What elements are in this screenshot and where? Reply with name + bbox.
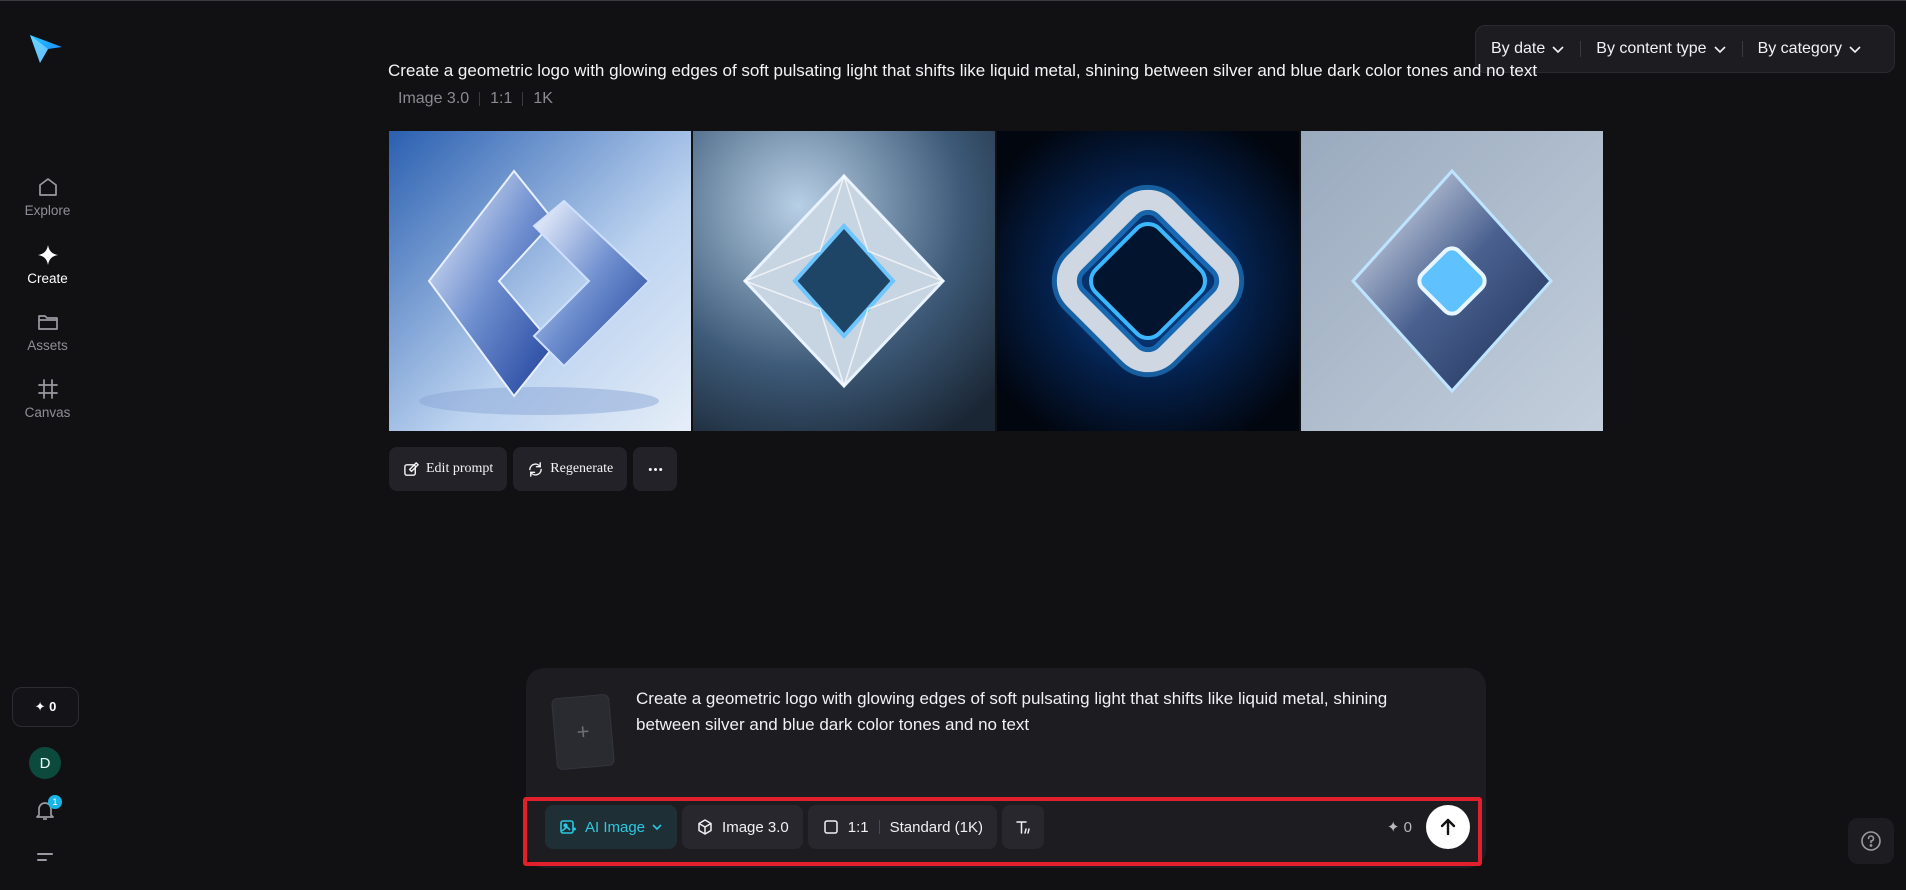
filter-label: By content type xyxy=(1596,40,1707,57)
chevron-down-icon xyxy=(1713,46,1726,54)
text-style-button[interactable] xyxy=(1002,805,1044,849)
sidebar: Explore Create Assets Canvas ✦ 0 D 1 xyxy=(0,1,95,890)
chevron-down-icon xyxy=(652,824,662,831)
menu-icon[interactable] xyxy=(35,849,55,865)
ai-image-icon xyxy=(560,820,576,834)
edit-icon xyxy=(404,461,419,476)
add-reference-image-button[interactable]: + xyxy=(550,693,616,771)
sidebar-item-canvas[interactable]: Canvas xyxy=(0,377,95,420)
sparkle-icon xyxy=(37,245,58,265)
divider xyxy=(479,92,481,106)
folder-icon xyxy=(37,315,58,330)
top-divider xyxy=(0,0,1906,1)
app-logo-icon[interactable] xyxy=(28,33,64,65)
meta-resolution: 1K xyxy=(533,90,553,107)
regenerate-button[interactable]: Regenerate xyxy=(513,447,628,491)
more-icon xyxy=(648,467,662,471)
filter-by-date[interactable]: By date xyxy=(1491,40,1565,58)
composer-toolbar: AI Image Image 3.0 1:1 Standard (1K) ✦ 0 xyxy=(545,805,1470,849)
generated-image-3[interactable] xyxy=(997,131,1299,431)
aspect-ratio-icon xyxy=(824,820,838,834)
chevron-down-icon xyxy=(1552,46,1564,54)
sidebar-item-label: Create xyxy=(27,271,68,286)
avatar[interactable]: D xyxy=(29,747,61,779)
edit-prompt-button[interactable]: Edit prompt xyxy=(389,447,508,491)
quality-label: Standard (1K) xyxy=(889,818,983,836)
prompt-input[interactable]: Create a geometric logo with glowing edg… xyxy=(636,686,1456,738)
refresh-icon xyxy=(529,461,543,477)
sidebar-item-label: Explore xyxy=(24,203,71,218)
image-actions: Edit prompt Regenerate xyxy=(389,447,678,491)
meta-model: Image 3.0 xyxy=(398,90,470,107)
sidebar-item-create[interactable]: Create xyxy=(0,243,95,286)
sidebar-item-explore[interactable]: Explore xyxy=(0,175,95,218)
filter-by-category[interactable]: By category xyxy=(1758,40,1862,58)
generation-meta: Image 3.0 1:1 1K xyxy=(398,90,553,108)
mode-select-button[interactable]: AI Image xyxy=(545,805,678,849)
model-label: Image 3.0 xyxy=(722,818,789,836)
canvas-icon xyxy=(37,379,58,399)
help-button[interactable] xyxy=(1848,818,1894,864)
toolbar-right: ✦ 0 xyxy=(1387,805,1470,849)
model-select-button[interactable]: Image 3.0 xyxy=(682,805,803,849)
aspect-quality-button[interactable]: 1:1 Standard (1K) xyxy=(807,805,997,849)
notification-badge: 1 xyxy=(48,795,62,809)
divider xyxy=(1580,41,1582,57)
meta-ratio: 1:1 xyxy=(490,90,513,107)
home-icon xyxy=(38,178,57,196)
edit-prompt-label: Edit prompt xyxy=(426,461,494,476)
divider xyxy=(1741,41,1743,57)
divider xyxy=(878,820,880,834)
generated-image-1[interactable] xyxy=(389,131,691,431)
generated-image-2[interactable] xyxy=(693,131,995,431)
text-format-icon xyxy=(1016,821,1030,834)
divider xyxy=(522,92,524,106)
sidebar-item-label: Canvas xyxy=(24,405,71,420)
regenerate-label: Regenerate xyxy=(550,461,614,476)
help-icon xyxy=(1861,831,1881,851)
mode-label: AI Image xyxy=(585,818,646,836)
filter-label: By category xyxy=(1757,40,1843,57)
send-button[interactable] xyxy=(1426,805,1470,849)
cube-icon xyxy=(698,819,712,835)
filter-by-content-type[interactable]: By content type xyxy=(1596,40,1726,58)
credit-cost: ✦ 0 xyxy=(1386,819,1412,836)
generated-image-4[interactable] xyxy=(1301,131,1603,431)
ratio-label: 1:1 xyxy=(847,818,869,836)
sidebar-item-label: Assets xyxy=(27,338,68,353)
chevron-down-icon xyxy=(1849,46,1861,54)
plus-icon: + xyxy=(575,718,591,745)
sidebar-item-assets[interactable]: Assets xyxy=(0,310,95,353)
credits-badge[interactable]: ✦ 0 xyxy=(12,687,79,727)
filter-label: By date xyxy=(1491,40,1546,57)
more-options-button[interactable] xyxy=(633,447,678,491)
generation-prompt: Create a geometric logo with glowing edg… xyxy=(388,61,1538,80)
generated-images xyxy=(389,131,1603,431)
arrow-up-icon xyxy=(1440,818,1456,836)
